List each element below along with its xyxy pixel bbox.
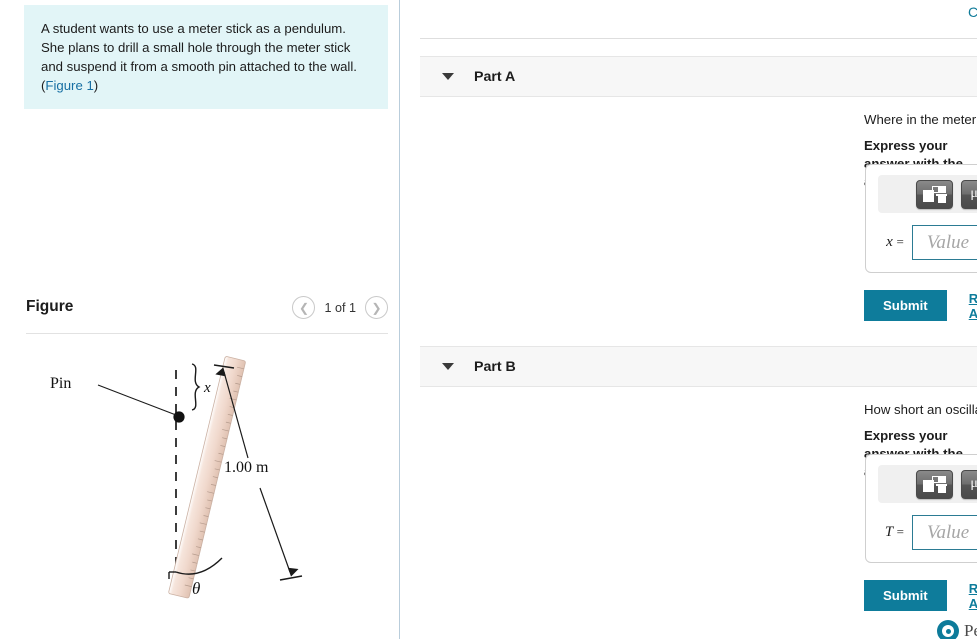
part-b-prompt: How short an oscillation period can she … (864, 402, 977, 417)
figure-1-link[interactable]: Figure 1 (45, 78, 93, 93)
page-root: A student wants to use a meter stick as … (0, 0, 977, 639)
pivot-point-dot (173, 411, 185, 423)
question-text-part2: ) (93, 78, 99, 93)
x-label: x (203, 380, 211, 396)
part-b-header[interactable]: Part B (420, 346, 977, 387)
part-a-actions: Submit Request Answer (864, 290, 977, 322)
part-b-submit-button[interactable]: Submit (864, 580, 947, 612)
part-b-request-answer-link[interactable]: Request Answer (969, 581, 977, 611)
part-b-math-toolbar: μÅ ↶ ↷ ↻ ? (878, 465, 977, 503)
top-corner-partial-text: C (968, 4, 977, 20)
part-a-header[interactable]: Part A (420, 56, 977, 97)
figure-title: Figure (26, 298, 74, 315)
length-bottom-cap (279, 575, 303, 581)
part-a-input-row: x = Value Units (878, 225, 977, 260)
math-template-icon[interactable] (916, 469, 953, 499)
theta-label: θ (192, 579, 200, 598)
question-statement: A student wants to use a meter stick as … (24, 5, 388, 109)
micro-angstrom-units-icon[interactable]: μÅ (961, 179, 977, 209)
x-brace (191, 363, 201, 411)
part-b-actions: Submit Request Answer (864, 580, 977, 612)
part-a-math-toolbar: μÅ ↶ ↷ ↻ ? (878, 175, 977, 213)
length-arrow-down (259, 487, 299, 577)
part-b-answer-box: μÅ ↶ ↷ ↻ ? T = Value Units (865, 454, 977, 563)
part-a-prompt: Where in the meter stick should she dril… (864, 112, 977, 127)
answer-panel: C Part A Where in the meter stick should… (400, 0, 977, 639)
figure-pager: ❮ 1 of 1 ❯ (292, 296, 388, 319)
part-a-answer-box: μÅ ↶ ↷ ↻ ? x = Value Units (865, 164, 977, 273)
part-b-label: Part B (474, 358, 516, 375)
part-b-value-input[interactable]: Value (912, 515, 977, 550)
chevron-left-icon[interactable]: ❮ (292, 296, 316, 319)
caret-down-icon[interactable] (442, 73, 454, 80)
top-divider (420, 38, 977, 39)
part-a-request-answer-link[interactable]: Request Answer (969, 291, 977, 321)
chevron-right-icon[interactable]: ❯ (365, 296, 388, 319)
part-a-submit-button[interactable]: Submit (864, 290, 947, 322)
figure-header: Figure ❮ 1 of 1 ❯ (26, 296, 388, 330)
part-a-label: Part A (474, 68, 516, 85)
pin-leader-line (97, 384, 177, 416)
figure-counter: 1 of 1 (324, 300, 356, 315)
pearson-wordmark: Pearson (964, 621, 977, 639)
pendulum-meter-stick-diagram: Pin x 1.00 m θ (50, 356, 303, 599)
part-a-value-input[interactable]: Value (911, 225, 977, 260)
figure-divider (26, 333, 388, 334)
problem-panel: A student wants to use a meter stick as … (0, 0, 399, 639)
pearson-branding: Pearson (937, 620, 977, 639)
length-label: 1.00 m (224, 459, 269, 476)
pin-label: Pin (50, 375, 71, 392)
math-template-icon[interactable] (916, 179, 953, 209)
pearson-logo-icon (937, 620, 959, 639)
part-b-variable-label: T = (884, 524, 904, 540)
micro-angstrom-units-icon[interactable]: μÅ (961, 469, 977, 499)
part-b-input-row: T = Value Units (878, 515, 977, 550)
caret-down-icon[interactable] (442, 363, 454, 370)
part-a-variable-label: x = (886, 234, 904, 250)
